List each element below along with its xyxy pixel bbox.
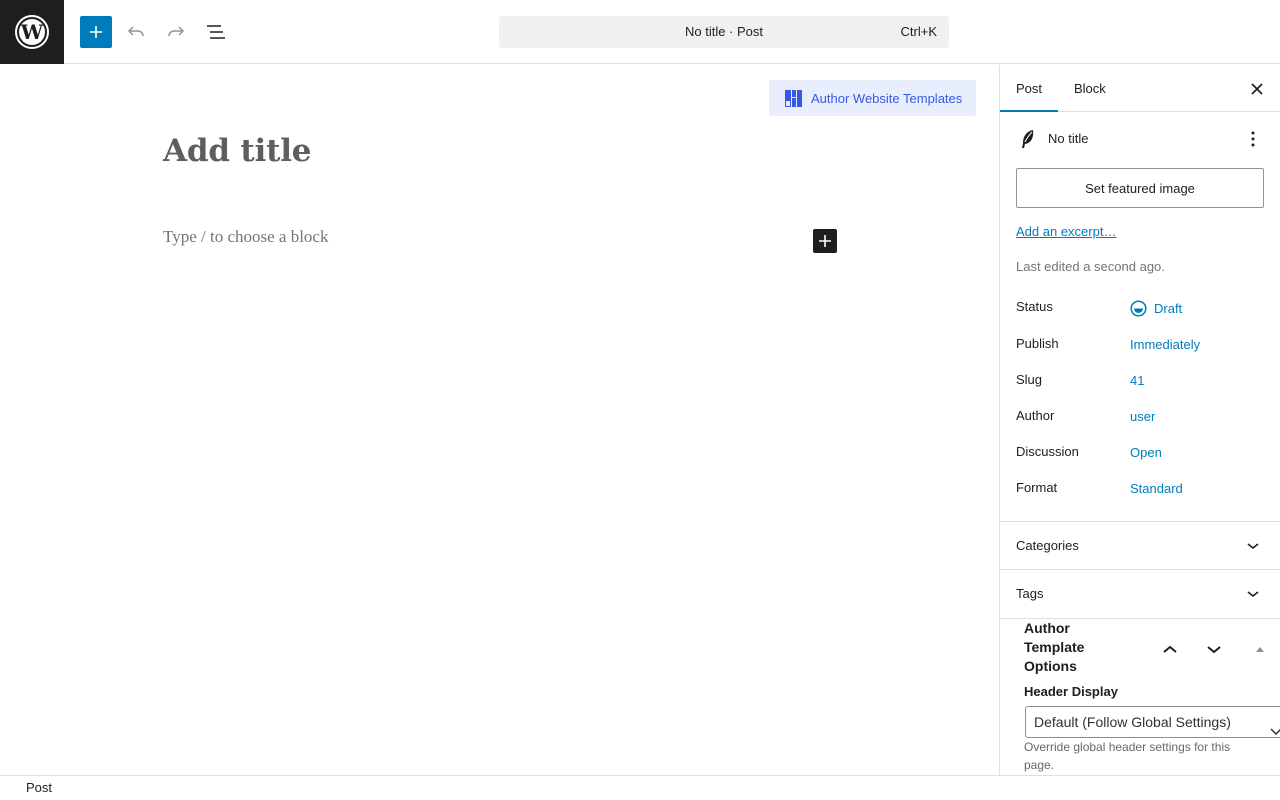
- keyboard-shortcut: Ctrl+K: [900, 24, 937, 39]
- tab-post[interactable]: Post: [1000, 65, 1059, 112]
- meta-row-publish: Publish Immediately: [1016, 336, 1265, 356]
- templates-grid-icon: [785, 89, 802, 107]
- slug-label: Slug: [1016, 372, 1043, 387]
- chevron-down-icon: [1270, 716, 1280, 746]
- redo-button[interactable]: [160, 16, 192, 48]
- header-display-help: Override global header settings for this…: [1024, 740, 1231, 772]
- templates-button-label: Author Website Templates: [811, 90, 963, 106]
- close-settings-button[interactable]: [1245, 77, 1269, 101]
- status-label: Status: [1016, 299, 1053, 314]
- tab-block[interactable]: Block: [1058, 65, 1122, 112]
- chevron-up-icon: [1163, 645, 1177, 653]
- toggle-panel-button[interactable]: [1248, 637, 1272, 661]
- status-value-text: Draft: [1154, 301, 1183, 316]
- command-palette-trigger[interactable]: No title · Post Ctrl+K: [499, 16, 949, 48]
- document-title: No title · Post: [684, 24, 764, 39]
- author-website-templates-button[interactable]: Author Website Templates: [769, 80, 976, 116]
- redo-icon: [168, 26, 185, 37]
- format-value-button[interactable]: Standard: [1130, 481, 1183, 496]
- author-label: Author: [1016, 408, 1055, 423]
- chevron-down-icon: [1241, 534, 1265, 558]
- meta-row-author: Author user: [1016, 408, 1265, 428]
- last-edited-text: Last edited a second ago.: [1016, 259, 1165, 274]
- editor-header: W No title · Post Ctrl+K: [0, 0, 1280, 64]
- publish-label: Publish: [1016, 336, 1059, 351]
- draft-status-icon: [1130, 300, 1147, 317]
- list-view-icon: [207, 25, 225, 39]
- svg-text:W: W: [20, 20, 44, 44]
- undo-icon: [127, 26, 144, 37]
- move-down-button[interactable]: [1202, 637, 1226, 661]
- meta-row-discussion: Discussion Open: [1016, 444, 1265, 464]
- slug-value-button[interactable]: 41: [1130, 373, 1144, 388]
- panel-categories[interactable]: Categories: [1000, 521, 1280, 569]
- add-excerpt-link[interactable]: Add an excerpt…: [1016, 224, 1116, 239]
- post-actions-button[interactable]: [1241, 127, 1265, 151]
- status-value-button[interactable]: Draft: [1130, 300, 1182, 317]
- metabox-title: Author Template Options: [1024, 620, 1085, 674]
- author-value-button[interactable]: user: [1130, 409, 1155, 424]
- post-feather-icon: [1016, 127, 1040, 151]
- inline-block-inserter-button[interactable]: [813, 229, 837, 253]
- block-inserter-toggle[interactable]: [80, 16, 112, 48]
- block-breadcrumb-bar: Post: [0, 775, 1280, 800]
- close-icon: [1251, 83, 1263, 95]
- post-title-input[interactable]: Add title: [163, 133, 312, 169]
- caret-up-icon: [1256, 647, 1264, 652]
- post-card-title: No title: [1048, 131, 1089, 146]
- more-vertical-icon: [1251, 131, 1255, 147]
- panel-tags[interactable]: Tags: [1000, 569, 1280, 617]
- sidebar-tabs: Post Block: [1000, 65, 1280, 112]
- header-display-selected-value: Default (Follow Global Settings): [1034, 714, 1231, 730]
- set-featured-image-button[interactable]: Set featured image: [1016, 168, 1264, 208]
- plus-icon: [90, 26, 102, 38]
- chevron-down-icon: [1241, 582, 1265, 606]
- header-display-label: Header Display: [1024, 684, 1118, 699]
- post-card: No title: [1016, 127, 1265, 151]
- header-display-select[interactable]: Default (Follow Global Settings): [1025, 706, 1280, 738]
- document-overview-button[interactable]: [200, 16, 232, 48]
- meta-row-format: Format Standard: [1016, 480, 1265, 500]
- plus-icon: [819, 235, 831, 247]
- chevron-down-icon: [1207, 645, 1221, 653]
- move-up-button[interactable]: [1158, 637, 1182, 661]
- default-block-appender[interactable]: Type / to choose a block: [163, 227, 328, 247]
- undo-button[interactable]: [120, 16, 152, 48]
- tags-panel-title: Tags: [1016, 586, 1044, 601]
- author-template-options-metabox: Author Template Options Header Display D…: [1000, 618, 1280, 775]
- breadcrumb-post[interactable]: Post: [26, 780, 52, 795]
- meta-row-status: Status Draft: [1016, 299, 1265, 319]
- publish-value-button[interactable]: Immediately: [1130, 337, 1200, 352]
- meta-row-slug: Slug 41: [1016, 372, 1265, 392]
- wordpress-logo-button[interactable]: W: [0, 0, 64, 64]
- wordpress-logo-icon: W: [15, 15, 49, 49]
- settings-sidebar: Post Block No title Set featured image A…: [999, 65, 1280, 775]
- format-label: Format: [1016, 480, 1058, 495]
- discussion-label: Discussion: [1016, 444, 1079, 459]
- categories-panel-title: Categories: [1016, 538, 1079, 553]
- discussion-value-button[interactable]: Open: [1130, 445, 1162, 460]
- editor-canvas: Author Website Templates Add title Type …: [0, 65, 999, 775]
